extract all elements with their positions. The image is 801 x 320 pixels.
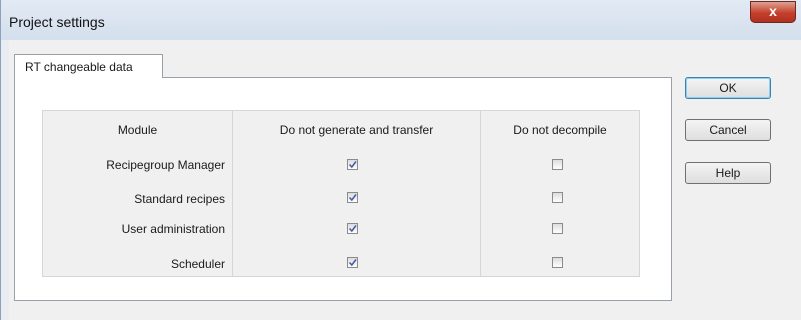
checkmark-icon bbox=[348, 259, 357, 267]
row-module-label: Standard recipes bbox=[134, 192, 225, 206]
cancel-button[interactable]: Cancel bbox=[685, 119, 771, 141]
checkbox-no-generate-scheduler[interactable] bbox=[347, 257, 358, 268]
row-module-label: Scheduler bbox=[170, 257, 225, 271]
tab-rt-changeable-data[interactable]: RT changeable data bbox=[14, 54, 163, 78]
checkmark-icon bbox=[348, 194, 357, 202]
close-button[interactable]: x bbox=[750, 1, 796, 23]
checkmark-icon bbox=[348, 225, 357, 233]
checkbox-no-decompile-standard-recipes[interactable] bbox=[552, 192, 563, 203]
project-settings-dialog: Project settings x RT changeable data Mo… bbox=[0, 0, 801, 320]
checkbox-no-decompile-user-administration[interactable] bbox=[552, 223, 563, 234]
window-title: Project settings bbox=[9, 14, 105, 30]
checkbox-no-decompile-scheduler[interactable] bbox=[552, 257, 563, 268]
tab-label: RT changeable data bbox=[25, 60, 133, 74]
title-bar: Project settings x bbox=[1, 0, 801, 40]
ok-button[interactable]: OK bbox=[685, 77, 771, 99]
row-module-label: Recipegroup Manager bbox=[106, 158, 225, 172]
checkbox-no-decompile-recipegroup-manager[interactable] bbox=[552, 159, 563, 170]
checkmark-icon bbox=[348, 161, 357, 169]
column-header-module: Module bbox=[117, 123, 158, 137]
help-button[interactable]: Help bbox=[685, 162, 771, 184]
checkbox-no-generate-recipegroup-manager[interactable] bbox=[347, 159, 358, 170]
module-settings-table: Module Do not generate and transfer Do n… bbox=[42, 110, 640, 277]
column-header-no-decompile: Do not decompile bbox=[513, 123, 607, 137]
row-module-label: User administration bbox=[121, 222, 225, 236]
close-icon: x bbox=[769, 3, 777, 19]
checkbox-no-generate-user-administration[interactable] bbox=[347, 223, 358, 234]
column-header-no-generate: Do not generate and transfer bbox=[279, 123, 434, 137]
checkbox-no-generate-standard-recipes[interactable] bbox=[347, 192, 358, 203]
